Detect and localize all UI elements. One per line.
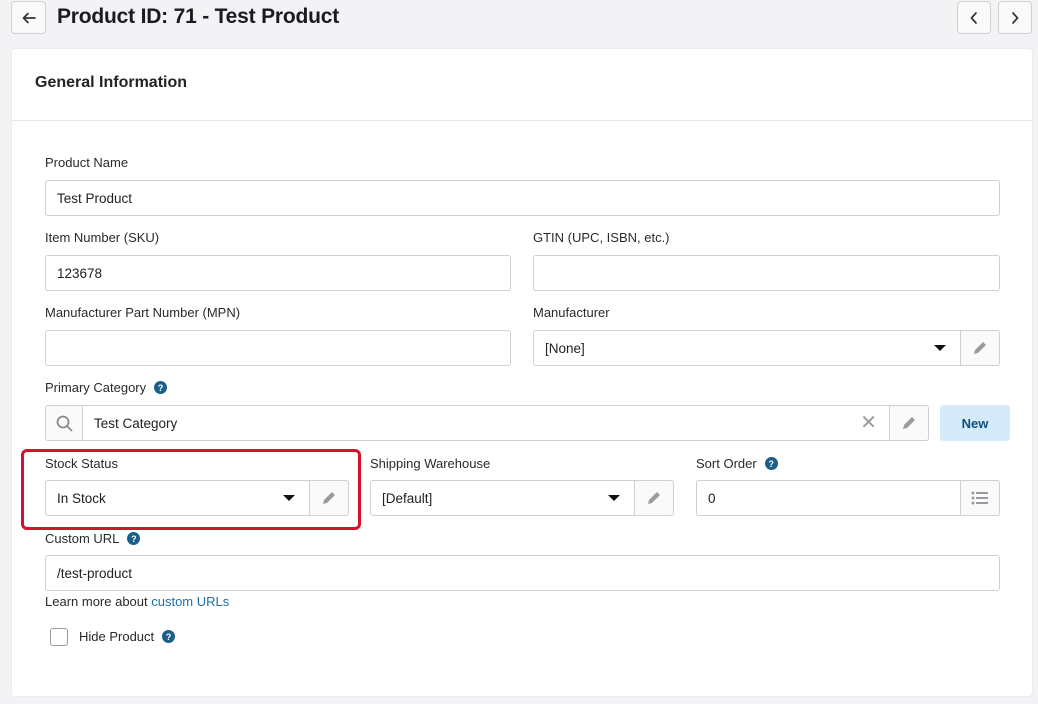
mpn-input[interactable]: [45, 330, 511, 366]
stock-status-value: In Stock: [57, 490, 106, 506]
manufacturer-edit-button[interactable]: [960, 331, 999, 365]
list-icon: [971, 491, 988, 505]
manufacturer-select[interactable]: [None]: [533, 330, 1000, 366]
mpn-label-text: Manufacturer Part Number (MPN): [45, 305, 241, 320]
gtin-label: GTIN (UPC, ISBN, etc.): [533, 230, 670, 245]
caret-down-icon: [283, 495, 295, 501]
caret-down-icon: [608, 495, 620, 501]
primary-category-label-text: Primary Category: [45, 380, 147, 395]
pencil-icon: [323, 492, 335, 504]
primary-category-value: Test Category: [94, 415, 178, 431]
sort-order-input[interactable]: 0: [696, 480, 1000, 516]
pencil-icon: [974, 342, 986, 354]
gtin-label-text: GTIN (UPC, ISBN, etc.): [533, 230, 670, 245]
caret-down-icon: [934, 345, 946, 351]
manufacturer-label-text: Manufacturer: [533, 305, 610, 320]
chevron-left-icon: [970, 11, 977, 24]
sku-label: Item Number (SKU): [45, 230, 159, 245]
search-icon: [56, 415, 72, 431]
pencil-icon: [648, 492, 660, 504]
sort-order-list-button[interactable]: [960, 481, 999, 515]
chevron-right-icon: [1012, 11, 1019, 24]
primary-category-label: Primary Category ?: [45, 380, 168, 395]
shipping-warehouse-label: Shipping Warehouse: [370, 456, 490, 471]
custom-url-help-text: Learn more about custom URLs: [45, 594, 229, 609]
product-name-value: Test Product: [57, 190, 133, 206]
product-name-input[interactable]: Test Product: [45, 180, 1000, 216]
custom-url-value: /test-product: [57, 565, 133, 581]
mpn-label: Manufacturer Part Number (MPN): [45, 305, 240, 320]
sku-value: 123678: [57, 265, 103, 281]
new-category-button[interactable]: New: [940, 405, 1010, 441]
stock-status-select[interactable]: In Stock: [45, 480, 349, 516]
gtin-input[interactable]: [533, 255, 1000, 291]
sku-label-text: Item Number (SKU): [45, 230, 160, 245]
pencil-icon: [903, 417, 915, 429]
clear-icon[interactable]: ✕: [860, 413, 877, 433]
product-name-label: Product Name: [45, 155, 128, 170]
custom-url-label: Custom URL ?: [45, 531, 141, 546]
help-icon[interactable]: ?: [764, 457, 778, 470]
search-button[interactable]: [46, 406, 83, 440]
shipping-warehouse-select[interactable]: [Default]: [370, 480, 674, 516]
hide-product-label-text: Hide Product: [79, 629, 155, 644]
custom-url-label-text: Custom URL: [45, 531, 120, 546]
shipping-warehouse-label-text: Shipping Warehouse: [370, 456, 491, 471]
stock-status-edit-button[interactable]: [309, 481, 348, 515]
shipping-warehouse-edit-button[interactable]: [634, 481, 673, 515]
card-title: General Information: [35, 74, 188, 91]
custom-urls-link[interactable]: custom URLs: [151, 594, 229, 609]
shipping-warehouse-value: [Default]: [382, 490, 433, 506]
stock-status-label: Stock Status: [45, 456, 118, 471]
back-button[interactable]: [11, 1, 46, 34]
sort-order-label-text: Sort Order: [696, 456, 757, 471]
sku-input[interactable]: 123678: [45, 255, 511, 291]
primary-category-search[interactable]: Test Category ✕: [45, 405, 929, 441]
arrow-left-icon: [22, 12, 36, 23]
manufacturer-label: Manufacturer: [533, 305, 610, 320]
page-title: Product ID: 71 - Test Product: [57, 5, 340, 28]
help-icon[interactable]: ?: [154, 381, 168, 394]
previous-product-button[interactable]: [957, 1, 991, 34]
sort-order-label: Sort Order ?: [696, 456, 778, 471]
help-icon[interactable]: ?: [162, 630, 176, 643]
learn-more-text: Learn more about: [45, 594, 152, 609]
primary-category-edit-button[interactable]: [889, 406, 928, 440]
sort-order-value: 0: [708, 490, 716, 506]
custom-url-input[interactable]: /test-product: [45, 555, 1000, 591]
next-product-button[interactable]: [998, 1, 1032, 34]
product-name-label-text: Product Name: [45, 155, 129, 170]
stock-status-label-text: Stock Status: [45, 456, 118, 471]
help-icon[interactable]: ?: [127, 532, 141, 545]
hide-product-label: Hide Product ?: [79, 629, 176, 644]
hide-product-checkbox[interactable]: [50, 628, 68, 646]
manufacturer-value: [None]: [545, 340, 585, 356]
